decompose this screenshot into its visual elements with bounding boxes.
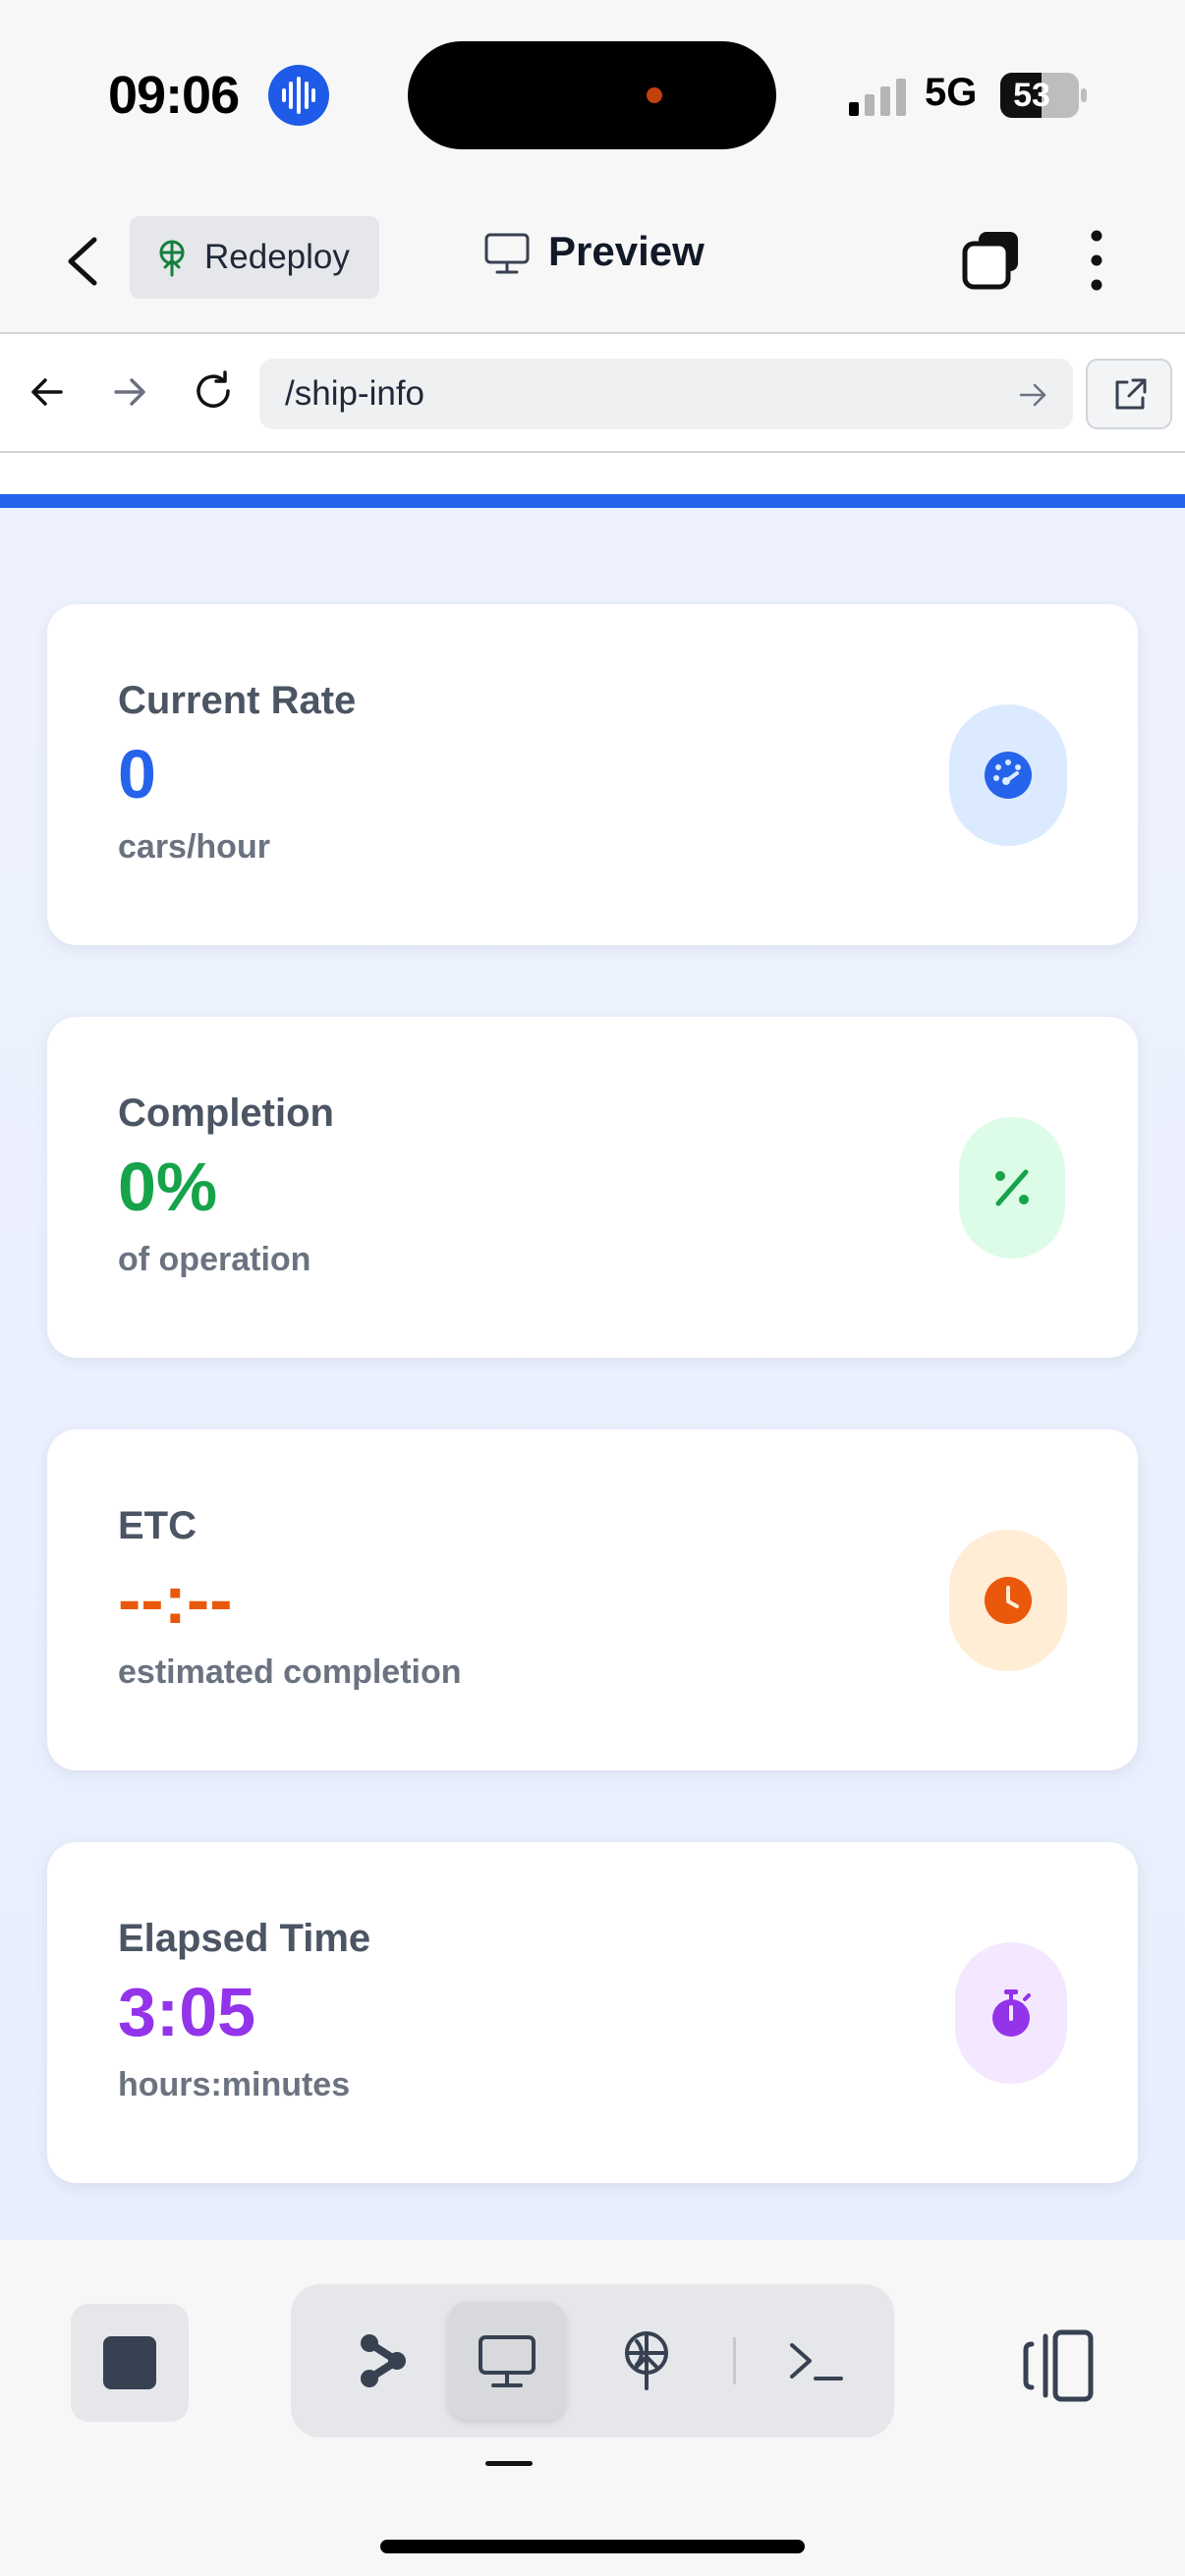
- voice-recording-icon: [268, 65, 329, 126]
- redeploy-button[interactable]: Redeploy: [130, 216, 379, 299]
- open-external-button[interactable]: [1086, 359, 1172, 429]
- preview-tab[interactable]: Preview: [483, 222, 739, 291]
- status-bar: 09:06 5G 53: [0, 0, 1185, 187]
- go-arrow-icon[interactable]: [1018, 380, 1047, 410]
- deploy-icon: [625, 2331, 668, 2390]
- panel-toggle-icon[interactable]: [1018, 2326, 1097, 2405]
- page-content: Current Rate 0 cars/hour Completion 0% o…: [0, 508, 1185, 2240]
- reload-icon[interactable]: [191, 368, 236, 414]
- monitor-icon: [479, 2335, 536, 2387]
- stat-card-elapsed-time: Elapsed Time 3:05 hours:minutes: [47, 1842, 1138, 2183]
- bottom-toolbar: [0, 2240, 1185, 2576]
- preview-monitor-tab[interactable]: [448, 2302, 566, 2420]
- drawer-handle[interactable]: [485, 2461, 533, 2466]
- status-time: 09:06: [108, 66, 240, 125]
- stop-button[interactable]: [71, 2304, 189, 2422]
- clock-icon-badge: [949, 1530, 1067, 1671]
- stat-card-unit: cars/hour: [118, 828, 270, 866]
- gauge-icon-badge: [949, 704, 1067, 846]
- stat-card-title: Completion: [118, 1092, 334, 1135]
- stat-card-completion: Completion 0% of operation: [47, 1017, 1138, 1358]
- arrow-right-icon[interactable]: [110, 372, 149, 412]
- browser-toolbar: /ship-info: [0, 335, 1185, 453]
- deploy-icon: [159, 240, 185, 277]
- app-screen: 09:06 5G 53 Redeploy Preview /ship-info …: [0, 0, 1185, 2576]
- stat-card-title: ETC: [118, 1504, 197, 1547]
- terminal-icon: [790, 2343, 843, 2380]
- tabs-icon[interactable]: [961, 230, 1022, 291]
- url-text: /ship-info: [285, 374, 425, 413]
- percent-icon: [995, 1169, 1029, 1206]
- deploy-tab[interactable]: [588, 2302, 705, 2420]
- page-load-progress: [0, 494, 1185, 508]
- preview-label: Preview: [548, 228, 705, 274]
- network-type: 5G: [925, 71, 978, 114]
- stat-card-value: 3:05: [118, 1974, 256, 2050]
- toolbar-divider: [733, 2337, 736, 2384]
- back-chevron-icon[interactable]: [63, 234, 102, 289]
- terminal-tab[interactable]: [757, 2302, 875, 2420]
- stat-card-etc: ETC --:-- estimated completion: [47, 1429, 1138, 1770]
- gauge-icon: [985, 752, 1032, 799]
- stat-card-value: 0%: [118, 1148, 218, 1225]
- view-switcher: [291, 2284, 894, 2437]
- clock-icon: [985, 1577, 1032, 1624]
- url-input[interactable]: /ship-info: [259, 359, 1073, 429]
- home-indicator[interactable]: [380, 2540, 805, 2553]
- app-header: Redeploy Preview: [0, 187, 1185, 334]
- battery-icon: 53: [1000, 73, 1079, 118]
- arrow-left-icon[interactable]: [28, 372, 67, 412]
- stat-card-unit: estimated completion: [118, 1653, 462, 1691]
- stat-card-unit: of operation: [118, 1241, 311, 1278]
- percent-icon-badge: [959, 1117, 1065, 1259]
- stat-card-current-rate: Current Rate 0 cars/hour: [47, 604, 1138, 945]
- stop-icon: [103, 2336, 156, 2389]
- dynamic-island: [408, 41, 776, 149]
- stat-card-title: Elapsed Time: [118, 1917, 371, 1960]
- signal-icon: [849, 79, 906, 116]
- branch-tab[interactable]: [324, 2302, 442, 2420]
- stopwatch-icon-badge: [955, 1942, 1067, 2084]
- battery-percent: 53: [1013, 77, 1050, 114]
- camera-indicator: [647, 87, 662, 103]
- external-link-icon: [1115, 378, 1147, 410]
- stopwatch-icon: [992, 1989, 1031, 2037]
- branch-icon: [361, 2334, 406, 2387]
- more-options-icon[interactable]: [1081, 228, 1112, 293]
- stat-card-title: Current Rate: [118, 679, 357, 722]
- stat-card-unit: hours:minutes: [118, 2066, 351, 2103]
- battery-tip: [1081, 88, 1087, 102]
- redeploy-label: Redeploy: [204, 238, 350, 276]
- stat-card-value: 0: [118, 736, 156, 812]
- monitor-icon: [484, 233, 530, 274]
- stat-card-value: --:--: [118, 1561, 233, 1638]
